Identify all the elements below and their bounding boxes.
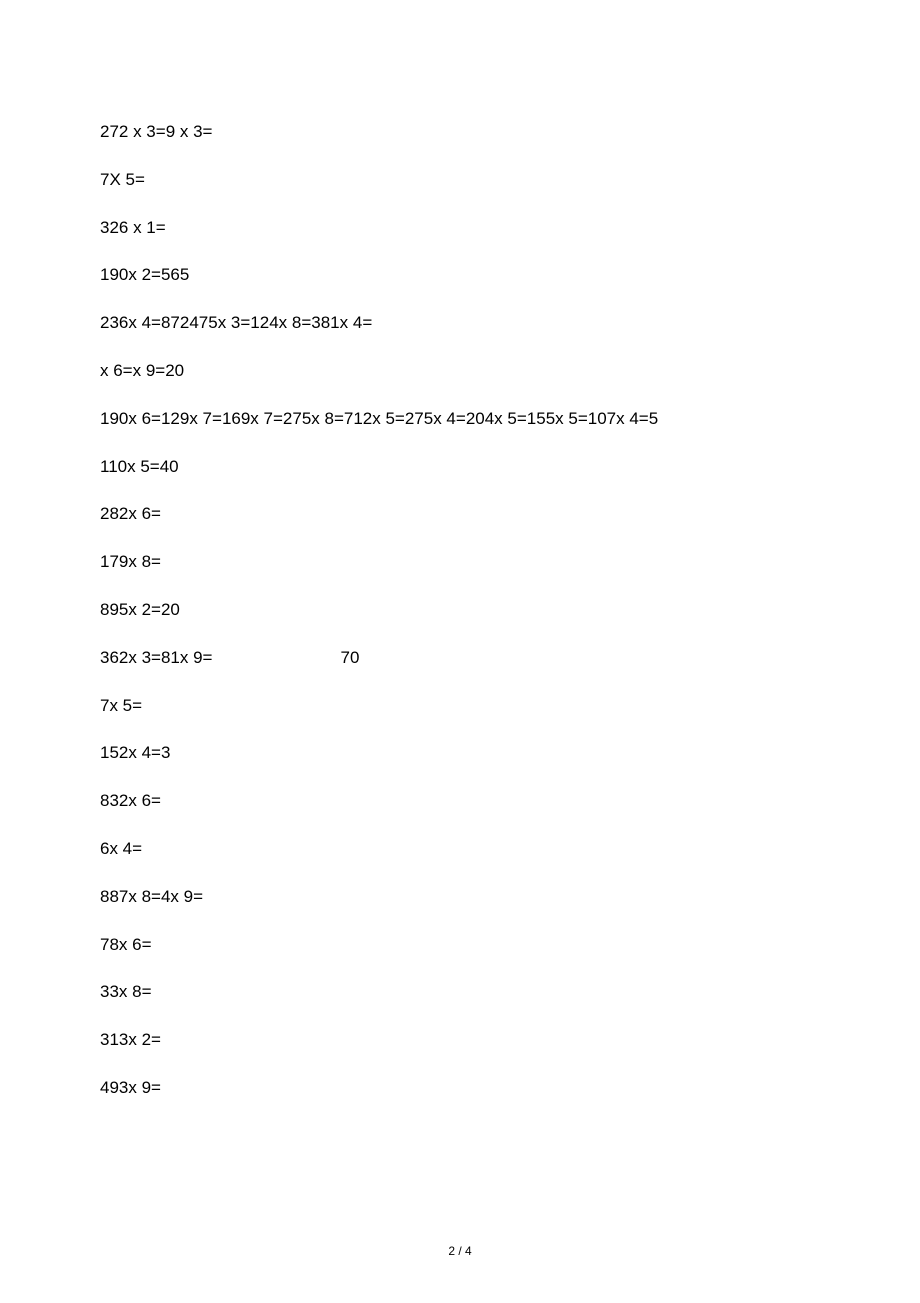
text-line: 493x 9= <box>100 1076 820 1100</box>
text-line: 313x 2= <box>100 1028 820 1052</box>
text-segment: 70 <box>340 646 359 670</box>
text-line: 887x 8=4x 9= <box>100 885 820 909</box>
text-line: 33x 8= <box>100 980 820 1004</box>
text-line: 236x 4=872475x 3=124x 8=381x 4= <box>100 311 820 335</box>
text-line: 282x 6= <box>100 502 820 526</box>
text-line: 895x 2=20 <box>100 598 820 622</box>
text-segment: 362x 3=81x 9= <box>100 646 212 670</box>
text-line: 272 x 3=9 x 3= <box>100 120 820 144</box>
text-line: 78x 6= <box>100 933 820 957</box>
text-line: 179x 8= <box>100 550 820 574</box>
page-number: 2 / 4 <box>0 1244 920 1258</box>
text-line: 362x 3=81x 9= 70 <box>100 646 820 670</box>
text-line: 326 x 1= <box>100 216 820 240</box>
text-line: 832x 6= <box>100 789 820 813</box>
text-line: 110x 5=40 <box>100 455 820 479</box>
text-line: x 6=x 9=20 <box>100 359 820 383</box>
text-line: 190x 6=129x 7=169x 7=275x 8=712x 5=275x … <box>100 407 820 431</box>
text-line: 7X 5= <box>100 168 820 192</box>
text-line: 152x 4=3 <box>100 741 820 765</box>
text-line: 190x 2=565 <box>100 263 820 287</box>
text-line: 7x 5= <box>100 694 820 718</box>
text-line: 6x 4= <box>100 837 820 861</box>
